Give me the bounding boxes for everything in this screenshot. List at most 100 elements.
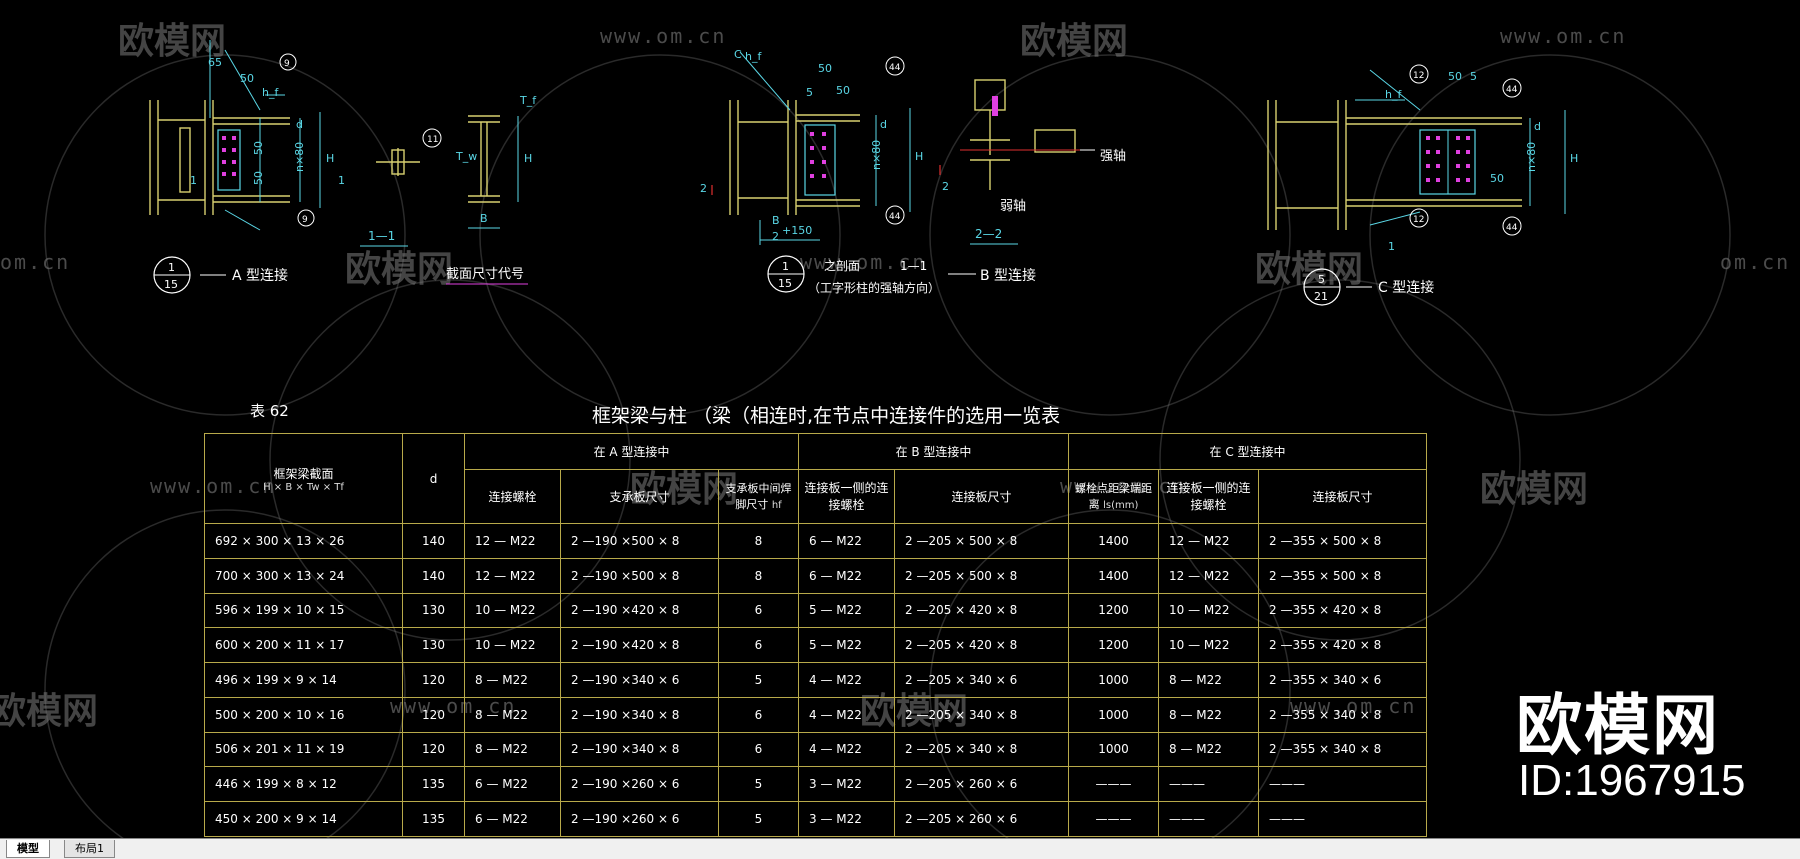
table-cell: 5 [718,766,799,803]
table-cell: ——— [1257,801,1428,837]
weld-mark: 44 [889,212,901,222]
header-section: 框架梁截面 H × B × Tw × Tf [204,433,403,524]
table-row: 496 × 199 × 9 × 14 120 8 — M22 2 —190 ×340 … [204,662,1428,698]
dim-label: 1 [1388,240,1395,253]
table-cell: 6 [718,627,799,664]
watermark-id: ID:1967915 [1518,756,1746,805]
header-c-plate: 连接板尺寸 [1257,468,1428,525]
table-cell: 5 — M22 [798,627,895,664]
table-cell: 2 —190 ×340 × 6 [560,662,719,698]
dim-label: T_w [455,150,477,163]
table-cell: 2 —190 ×500 × 8 [560,523,719,559]
dim-label: d [1534,120,1541,133]
detail-caption: C 型连接 [1378,279,1434,296]
dim-label: h_f [262,86,279,99]
table-cell: 120 [402,731,465,768]
table-cell: 10 — M22 [464,627,561,664]
detail-number: 5 [1318,273,1325,286]
header-a-bolts: 连接螺栓 [464,468,561,525]
section-mark: 1—1 [368,229,395,243]
dim-label: h_f [1385,88,1402,101]
table-cell: 1200 [1068,627,1159,664]
table-cell: 8 — M22 [464,731,561,768]
table-cell: 130 [402,627,465,664]
strong-axis-label: 强轴 [1100,149,1126,164]
table-row: 692 × 300 × 13 × 26 140 12 — M22 2 —190 ×50… [204,523,1428,559]
table-title: 框架梁与柱 （梁（相连时,在节点中连接件的选用一览表 [592,405,1060,427]
header-d: d [402,433,465,524]
header-c-bolts: 连接板一侧的连接螺栓 [1158,468,1259,525]
drawing-c-connection: 12 12 44 44 h_f 50 5 d H n×80 50 1 5 21 … [1267,64,1578,306]
dim-label: 50 [818,62,832,75]
table-cell: 2 —205 × 500 × 8 [894,523,1069,559]
sheet-number: 15 [164,278,178,291]
weld-mark: 11 [427,135,438,145]
table-row: 450 × 200 × 9 × 14 135 6 — M22 2 —190 ×260 … [204,801,1428,837]
detail-caption: B 型连接 [980,267,1036,284]
table-row: 500 × 200 × 10 × 16 120 8 — M22 2 —190 ×340… [204,696,1428,733]
section-mark: 2—2 [975,227,1002,241]
header-group-b: 在 B 型连接中 [798,433,1069,470]
table-cell: 2 —190 ×260 × 6 [560,766,719,803]
detail-caption-line: （工字形柱的强轴方向） [808,280,940,295]
table-cell: 2 —355 × 340 × 6 [1257,662,1428,698]
weld-mark: 44 [1506,223,1518,233]
table-cell: 450 × 200 × 9 × 14 [204,801,403,837]
dim-label: n×80 [293,142,306,172]
tab-layout1[interactable]: 布局1 [64,840,115,858]
dim-label: 50 [252,171,265,185]
dim-label: H [524,152,532,165]
dim-label: H [326,152,334,165]
table-cell: 700 × 300 × 13 × 24 [204,557,403,594]
weld-mark: 12 [1413,215,1424,225]
table-cell: 120 [402,696,465,733]
table-cell: 3 — M22 [798,766,895,803]
dim-label: H [915,150,923,163]
table-cell: 4 — M22 [798,662,895,698]
tab-model[interactable]: 模型 [6,840,50,858]
dim-label: 50 [1490,172,1504,185]
table-cell: 1000 [1068,696,1159,733]
weak-axis-label: 弱轴 [1000,199,1026,214]
table-cell: 8 — M22 [464,662,561,698]
layout-tab-bar: 模型 布局1 [0,838,1800,859]
table-cell: 6 — M22 [798,523,895,559]
table-cell: 4 — M22 [798,731,895,768]
table-cell: 5 [718,662,799,698]
table-cell: 140 [402,523,465,559]
table-cell: 1000 [1068,731,1159,768]
table-cell: ——— [1068,766,1159,803]
weld-mark: 44 [889,63,901,73]
weld-mark: 9 [284,59,290,69]
header-section-label: 框架梁截面 [273,466,334,481]
dim-label: d [880,118,887,131]
table-cell: 2 —190 ×340 × 8 [560,731,719,768]
dim-label: T_f [519,94,537,107]
table-cell: 8 — M22 [1158,696,1259,733]
dim-label: 2 [772,230,779,243]
table-cell: 10 — M22 [1158,592,1259,629]
table-cell: 12 — M22 [1158,557,1259,594]
watermark-logo: 欧模网 [1516,687,1720,764]
table-cell: 2 —190 ×420 × 8 [560,627,719,664]
table-cell: 2 —190 ×500 × 8 [560,557,719,594]
table-cell: ——— [1257,766,1428,803]
dim-label: 50 [1448,70,1462,83]
table-row: 600 × 200 × 11 × 17 130 10 — M22 2 —190 ×42… [204,627,1428,664]
detail-caption: A 型连接 [232,267,288,284]
dim-label: h_f [745,50,762,63]
table-cell: 2 —190 ×420 × 8 [560,592,719,629]
table-cell: 2 —190 ×260 × 6 [560,801,719,837]
table-header-row: 框架梁截面 H × B × Tw × Tf d 在 A 型连接中 在 B 型连接… [204,433,1428,524]
table-cell: 1000 [1068,662,1159,698]
table-cell: 600 × 200 × 11 × 17 [204,627,403,664]
table-cell: 6 [718,731,799,768]
table-cell: 2 —355 × 420 × 8 [1257,627,1428,664]
dim-label: B [480,212,488,225]
table-cell: 130 [402,592,465,629]
table-label: 表 62 [250,402,289,420]
table-cell: 2 —205 × 340 × 8 [894,696,1069,733]
table-cell: 3 — M22 [798,801,895,837]
header-a-weld-sub: hf [771,500,782,512]
table-cell: 496 × 199 × 9 × 14 [204,662,403,698]
